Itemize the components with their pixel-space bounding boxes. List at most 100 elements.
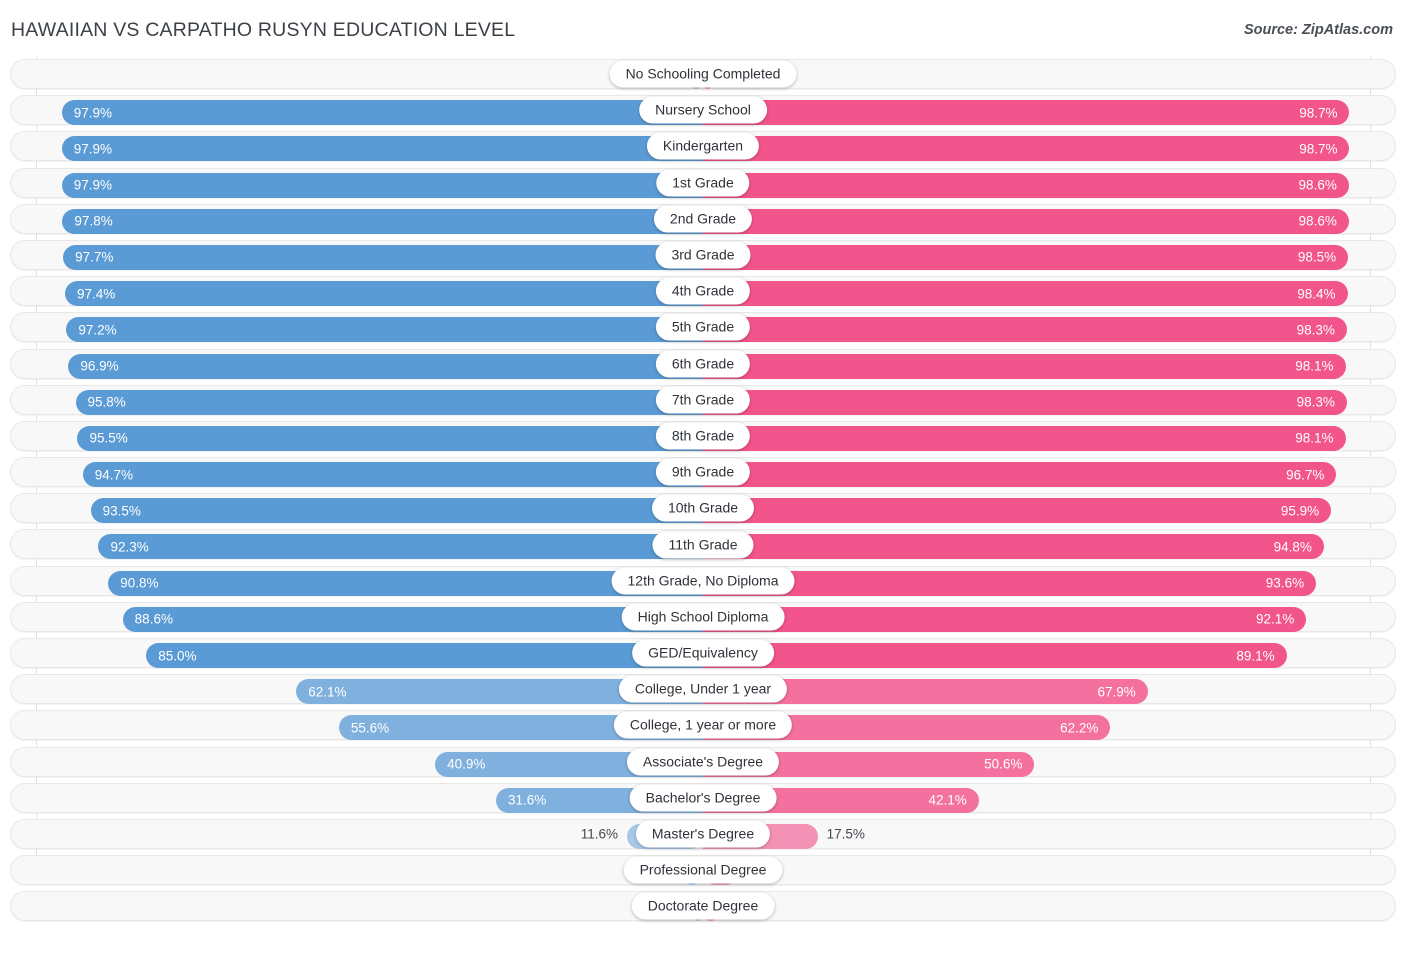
- chart-row: 55.6% 62.2% College, 1 year or more: [0, 707, 1406, 743]
- value-label-carpatho-rusyn: 89.1%: [1236, 648, 1274, 663]
- bar-hawaiian[interactable]: 94.7%: [83, 462, 703, 487]
- chart-row: 62.1%67.9%College, Under 1 year: [0, 671, 1406, 707]
- bar-hawaiian[interactable]: 97.9%: [62, 173, 703, 198]
- bar-carpatho-rusyn[interactable]: 96.7%: [703, 462, 1336, 487]
- value-label-carpatho-rusyn: 98.3%: [1297, 395, 1335, 410]
- value-label-hawaiian: 94.7%: [95, 467, 133, 482]
- chart-row: 3.4%5.3%Professional Degree: [0, 852, 1406, 888]
- category-label: 4th Grade: [656, 278, 750, 305]
- page-title: HAWAIIAN VS CARPATHO RUSYN EDUCATION LEV…: [11, 19, 515, 42]
- chart-row: 95.8% 98.3% 7th Grade: [0, 382, 1406, 418]
- value-label-hawaiian: 93.5%: [103, 503, 141, 518]
- value-label-hawaiian: 96.9%: [80, 359, 118, 374]
- chart-row: 85.0%89.1%GED/Equivalency: [0, 635, 1406, 671]
- category-label: 11th Grade: [652, 531, 753, 558]
- bar-carpatho-rusyn[interactable]: 98.1%: [703, 426, 1346, 451]
- value-label-hawaiian: 90.8%: [120, 576, 158, 591]
- value-label-hawaiian: 40.9%: [447, 757, 485, 772]
- category-label: 2nd Grade: [654, 205, 752, 232]
- category-label: College, 1 year or more: [614, 712, 792, 739]
- bar-hawaiian[interactable]: 96.9%: [68, 354, 703, 379]
- chart-row: 97.9% 98.7% Kindergarten: [0, 128, 1406, 164]
- bar-hawaiian[interactable]: 97.9%: [62, 100, 703, 125]
- bar-hawaiian[interactable]: 92.3%: [98, 534, 703, 559]
- category-label: 6th Grade: [656, 350, 750, 377]
- bar-carpatho-rusyn[interactable]: 98.7%: [703, 100, 1349, 125]
- bar-hawaiian[interactable]: 97.8%: [62, 209, 703, 234]
- value-label-carpatho-rusyn: 98.1%: [1295, 431, 1333, 446]
- category-label: Kindergarten: [647, 133, 759, 160]
- category-label: 9th Grade: [656, 459, 750, 486]
- bar-hawaiian[interactable]: 97.9%: [62, 136, 703, 161]
- bar-hawaiian[interactable]: 97.7%: [63, 245, 703, 270]
- bar-hawaiian[interactable]: 85.0%: [146, 643, 703, 668]
- category-label: No Schooling Completed: [610, 61, 797, 88]
- bar-carpatho-rusyn[interactable]: 94.8%: [703, 534, 1324, 559]
- value-label-carpatho-rusyn: 98.7%: [1299, 105, 1337, 120]
- bar-carpatho-rusyn[interactable]: 95.9%: [703, 498, 1331, 523]
- bar-carpatho-rusyn[interactable]: 98.7%: [703, 136, 1349, 161]
- bar-carpatho-rusyn[interactable]: 98.6%: [703, 209, 1349, 234]
- value-label-carpatho-rusyn: 98.7%: [1299, 141, 1337, 156]
- bar-hawaiian[interactable]: 97.2%: [66, 317, 703, 342]
- chart-row: 97.8% 98.6%2nd Grade: [0, 201, 1406, 237]
- bar-carpatho-rusyn[interactable]: 98.3%: [703, 317, 1347, 342]
- value-label-carpatho-rusyn: 96.7%: [1286, 467, 1324, 482]
- value-label-hawaiian: 97.8%: [74, 214, 112, 229]
- value-label-carpatho-rusyn: 98.4%: [1297, 286, 1335, 301]
- value-label-carpatho-rusyn: 17.5%: [827, 827, 865, 842]
- bar-hawaiian[interactable]: 88.6%: [123, 607, 703, 632]
- bar-carpatho-rusyn[interactable]: 92.1%: [703, 607, 1306, 632]
- bar-carpatho-rusyn[interactable]: 89.1%: [703, 643, 1287, 668]
- bar-hawaiian[interactable]: 95.5%: [77, 426, 703, 451]
- value-label-hawaiian: 97.9%: [74, 105, 112, 120]
- category-label: Associate's Degree: [627, 748, 779, 775]
- value-label-carpatho-rusyn: 95.9%: [1281, 503, 1319, 518]
- value-label-hawaiian: 88.6%: [135, 612, 173, 627]
- bar-hawaiian[interactable]: 97.4%: [65, 281, 703, 306]
- value-label-hawaiian: 55.6%: [351, 720, 389, 735]
- chart-row: 93.5% 95.9% 10th Grade: [0, 490, 1406, 526]
- bar-carpatho-rusyn[interactable]: 93.6%: [703, 571, 1316, 596]
- bar-carpatho-rusyn[interactable]: 98.1%: [703, 354, 1346, 379]
- chart-row: 97.9% 98.7% Nursery School: [0, 92, 1406, 128]
- category-label: 12th Grade, No Diploma: [612, 567, 795, 594]
- value-label-carpatho-rusyn: 93.6%: [1266, 576, 1304, 591]
- value-label-carpatho-rusyn: 42.1%: [928, 793, 966, 808]
- value-label-hawaiian: 97.4%: [77, 286, 115, 301]
- chart-row: 95.5% 98.1% 8th Grade: [0, 418, 1406, 454]
- value-label-hawaiian: 11.6%: [581, 827, 618, 842]
- value-label-hawaiian: 97.2%: [78, 322, 116, 337]
- bar-hawaiian[interactable]: 93.5%: [91, 498, 703, 523]
- bar-hawaiian[interactable]: 95.8%: [76, 390, 703, 415]
- category-label: Bachelor's Degree: [630, 784, 777, 811]
- value-label-carpatho-rusyn: 62.2%: [1060, 720, 1098, 735]
- bar-carpatho-rusyn[interactable]: 98.4%: [703, 281, 1348, 306]
- value-label-hawaiian: 97.9%: [74, 178, 112, 193]
- chart-row: 97.2%98.3%5th Grade: [0, 309, 1406, 345]
- value-label-hawaiian: 85.0%: [158, 648, 196, 663]
- category-label: 3rd Grade: [655, 242, 750, 269]
- value-label-carpatho-rusyn: 98.5%: [1298, 250, 1336, 265]
- chart-row: 92.3%94.8%11th Grade: [0, 526, 1406, 562]
- category-label: Nursery School: [639, 97, 767, 124]
- category-label: 10th Grade: [652, 495, 754, 522]
- chart-row: 97.9% 98.6%1st Grade: [0, 165, 1406, 201]
- category-label: 1st Grade: [656, 169, 749, 196]
- value-label-hawaiian: 31.6%: [508, 793, 546, 808]
- chart-header: HAWAIIAN VS CARPATHO RUSYN EDUCATION LEV…: [0, 0, 1406, 56]
- category-label: 7th Grade: [656, 386, 750, 413]
- value-label-hawaiian: 62.1%: [308, 684, 346, 699]
- category-label: 8th Grade: [656, 422, 750, 449]
- bar-carpatho-rusyn[interactable]: 98.5%: [703, 245, 1348, 270]
- diverging-bar-chart: 2.2%1.4%No Schooling Completed 97.9% 98.7%…: [0, 56, 1406, 936]
- bar-carpatho-rusyn[interactable]: 98.3%: [703, 390, 1347, 415]
- bar-carpatho-rusyn[interactable]: 98.6%: [703, 173, 1349, 198]
- value-label-hawaiian: 95.5%: [89, 431, 127, 446]
- chart-row: 31.6% 42.1% Bachelor's Degree: [0, 780, 1406, 816]
- chart-row: 2.2%1.4%No Schooling Completed: [0, 56, 1406, 92]
- category-label: College, Under 1 year: [619, 676, 787, 703]
- value-label-carpatho-rusyn: 98.1%: [1295, 359, 1333, 374]
- category-label: Professional Degree: [624, 857, 783, 884]
- chart-row: 88.6%92.1%High School Diploma: [0, 599, 1406, 635]
